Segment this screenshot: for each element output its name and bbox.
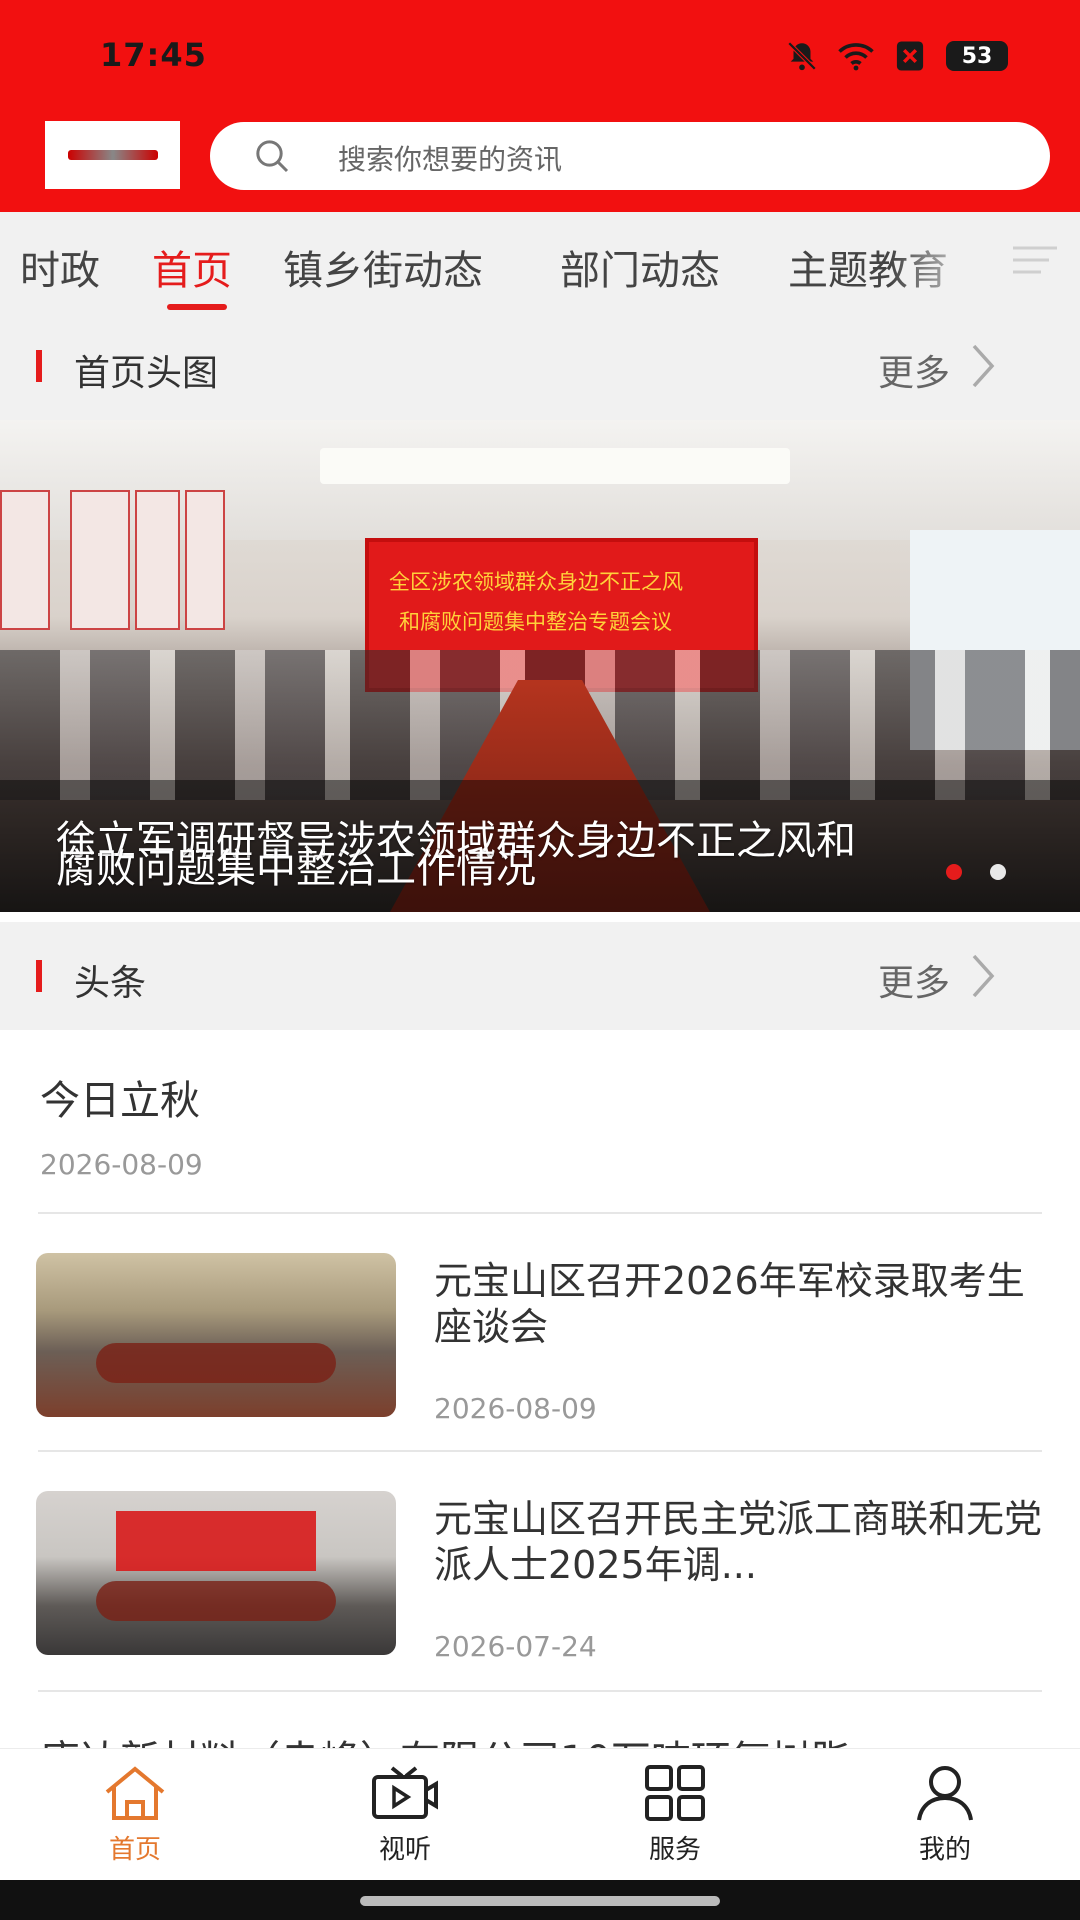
bell-muted-icon — [784, 38, 820, 74]
home-indicator[interactable] — [360, 1896, 720, 1906]
news-title[interactable]: 元宝山区召开2026年军校录取考生座谈会 — [434, 1258, 1044, 1350]
nav-label: 我的 — [918, 1835, 971, 1865]
news-thumbnail[interactable] — [36, 1253, 396, 1417]
section-title: 首页头图 — [74, 353, 219, 394]
news-date: 2026-07-24 — [434, 1630, 597, 1663]
channel-tabs: 时政 首页 镇乡街动态 部门动态 主题教育 — [0, 212, 1080, 312]
banner-poster — [0, 490, 50, 630]
active-tab-indicator — [167, 304, 227, 310]
status-time: 17:45 — [100, 36, 207, 74]
battery-icon: 53 — [946, 41, 1008, 71]
tab-town-news[interactable]: 镇乡街动态 — [283, 238, 483, 296]
home-icon — [100, 1763, 170, 1823]
chevron-right-icon[interactable] — [968, 952, 998, 1004]
banner-carousel[interactable]: 全区涉农领域群众身边不正之风 和腐败问题集中整治专题会议 徐立军调研督导涉农领域… — [0, 420, 1080, 912]
nav-label: 首页 — [108, 1835, 161, 1865]
menu-icon — [1009, 242, 1061, 282]
divider — [38, 1212, 1042, 1214]
banner-poster — [135, 490, 180, 630]
tab-politics[interactable]: 时政 — [20, 238, 100, 296]
status-icons: 53 — [784, 38, 1008, 74]
news-date: 2026-08-09 — [434, 1392, 597, 1425]
banner-caption[interactable]: 腐败问题集中整治工作情况 — [56, 836, 536, 894]
banner-screen-line1: 全区涉农领域群众身边不正之风 — [389, 570, 683, 594]
search-icon — [252, 136, 292, 180]
news-date: 2026-08-09 — [40, 1148, 203, 1181]
search-bar[interactable]: 搜索你想要的资讯 — [210, 122, 1050, 190]
section-marker — [36, 960, 42, 992]
tab-home[interactable]: 首页 — [152, 238, 232, 296]
headlines-section-header: 头条 更多 — [0, 922, 1080, 1030]
app-header: 17:45 53 搜索你想要的资讯 — [0, 0, 1080, 212]
tv-play-icon — [370, 1763, 440, 1823]
wifi-icon — [838, 38, 874, 74]
tab-department-news[interactable]: 部门动态 — [560, 238, 720, 296]
news-title[interactable]: 元宝山区召开民主党派工商联和无党派人士2025年调... — [434, 1496, 1044, 1588]
channel-menu-button[interactable] — [990, 212, 1080, 312]
divider — [38, 1690, 1042, 1692]
section-title: 头条 — [74, 963, 147, 1004]
search-placeholder: 搜索你想要的资讯 — [338, 143, 563, 176]
banner-screen-line2: 和腐败问题集中整治专题会议 — [399, 610, 672, 634]
divider — [38, 1450, 1042, 1452]
carousel-dot-active[interactable] — [946, 864, 962, 880]
carousel-dot[interactable] — [990, 864, 1006, 880]
more-link[interactable]: 更多 — [878, 954, 950, 1006]
bottom-nav: 首页 视听 服务 我的 — [0, 1748, 1080, 1880]
banner-section-header: 首页头图 更多 — [0, 312, 1080, 420]
nav-label: 服务 — [648, 1835, 701, 1865]
nav-services[interactable]: 服务 — [595, 1763, 755, 1873]
nav-av[interactable]: 视听 — [325, 1763, 485, 1873]
banner-light — [320, 448, 790, 484]
sim-icon — [892, 38, 928, 74]
nav-home[interactable]: 首页 — [55, 1763, 215, 1873]
news-title[interactable]: 今日立秋 — [40, 1068, 200, 1126]
banner-poster — [185, 490, 225, 630]
system-nav-bar — [0, 1880, 1080, 1920]
nav-label: 视听 — [378, 1835, 431, 1865]
news-thumbnail[interactable] — [36, 1491, 396, 1655]
grid-icon — [640, 1763, 710, 1823]
section-marker — [36, 350, 42, 382]
tabs-fade — [890, 212, 990, 312]
more-link[interactable]: 更多 — [878, 344, 950, 396]
chevron-right-icon[interactable] — [968, 342, 998, 394]
banner-poster — [70, 490, 130, 630]
nav-profile[interactable]: 我的 — [865, 1763, 1025, 1873]
app-logo[interactable] — [45, 121, 180, 189]
user-icon — [910, 1763, 980, 1823]
